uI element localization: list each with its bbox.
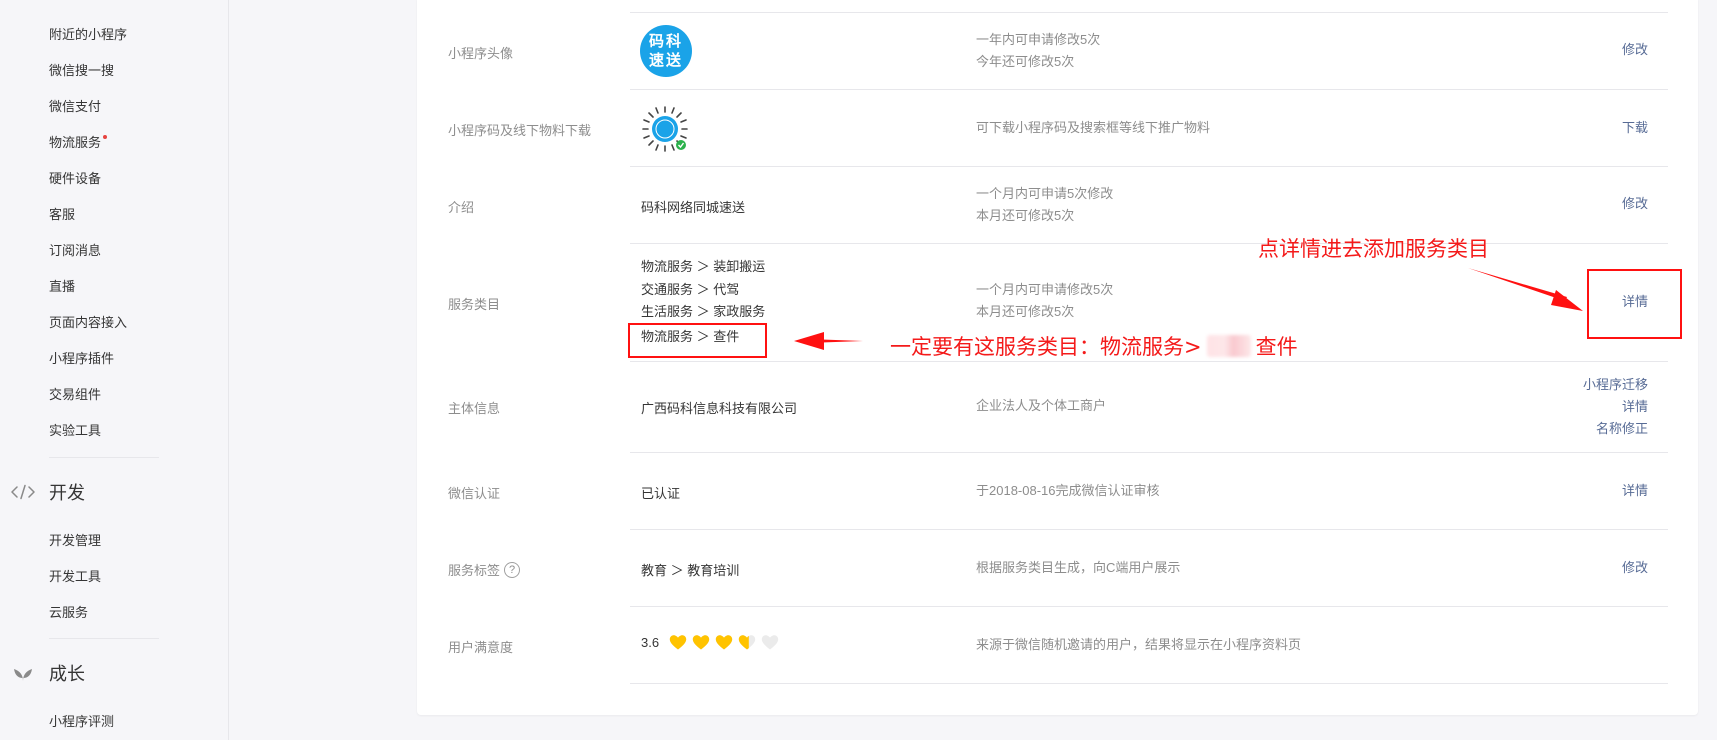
annotation-suffix: 查件	[1255, 335, 1298, 359]
redacted-text	[1206, 335, 1251, 357]
arrow-to-detail-icon	[1468, 268, 1583, 311]
arrow-to-category-icon	[794, 332, 863, 350]
annotation-required-category: 一定要有这服务类目：物流服务> 查件	[890, 331, 1298, 361]
annotation-arrows	[794, 268, 1583, 350]
annotation-prefix: 一定要有这服务类目：物流服务>	[890, 335, 1202, 359]
annotation-click-detail: 点详情进去添加服务类目	[1258, 237, 1489, 261]
